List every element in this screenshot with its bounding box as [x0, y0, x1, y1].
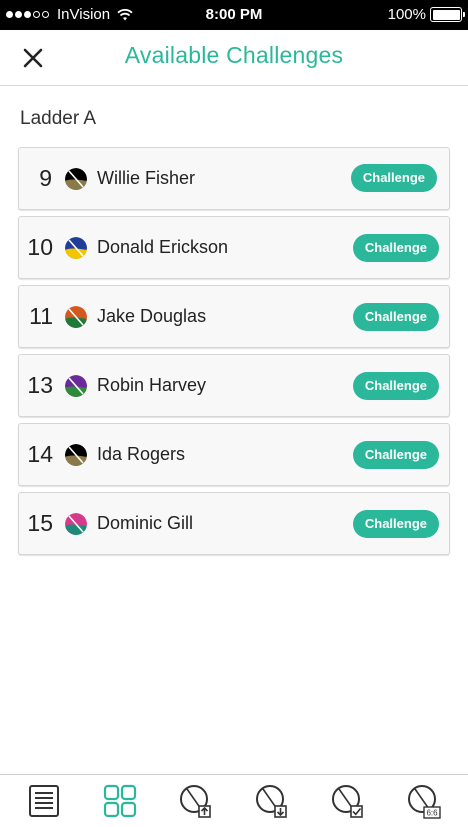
- page-title: Available Challenges: [124, 42, 344, 68]
- player-avatar-icon: [65, 306, 87, 328]
- player-name: Dominic Gill: [97, 513, 194, 533]
- player-rank: 14: [27, 441, 53, 467]
- challenge-button[interactable]: Challenge: [352, 372, 439, 400]
- ladder-row: 13 Robin Harvey Challenge: [18, 354, 450, 417]
- player-rank: 13: [27, 372, 53, 398]
- ladder-row: 11 Jake Douglas Challenge: [18, 285, 450, 348]
- ladder-row: 15 Dominic Gill Challenge: [18, 492, 450, 555]
- player-rank: 9: [39, 165, 52, 191]
- player-rank: 11: [29, 303, 53, 329]
- tab-challenge-down[interactable]: [248, 779, 296, 823]
- player-rank: 10: [27, 234, 53, 260]
- status-bar: InVision 8:00 PM 100%: [0, 0, 468, 30]
- player-rank: 15: [27, 510, 53, 536]
- tab-grid[interactable]: [96, 779, 144, 823]
- header: Available Challenges: [0, 30, 468, 86]
- score-icon[interactable]: 6:6: [406, 783, 442, 819]
- player-avatar-icon: [65, 444, 87, 466]
- challenge-check-icon[interactable]: [330, 783, 366, 819]
- player-avatar-icon: [65, 168, 87, 190]
- score-label: 6:6: [426, 809, 438, 818]
- grid-icon[interactable]: [102, 783, 138, 819]
- player-name: Donald Erickson: [97, 237, 229, 257]
- challenge-button[interactable]: Challenge: [352, 510, 439, 538]
- list-icon[interactable]: [26, 783, 62, 819]
- challenge-button[interactable]: Challenge: [350, 164, 437, 192]
- tab-challenge-check[interactable]: [324, 779, 372, 823]
- tab-score[interactable]: 6:6: [400, 779, 448, 823]
- ladder-row: 9 Willie Fisher Challenge: [18, 147, 450, 210]
- player-avatar-icon: [65, 513, 87, 535]
- battery-icon: [430, 7, 465, 22]
- challenge-up-icon[interactable]: [178, 783, 214, 819]
- status-right: 100%: [387, 6, 465, 23]
- player-name: Willie Fisher: [97, 168, 196, 188]
- player-avatar-icon: [65, 237, 87, 259]
- ladder-row: 10 Donald Erickson Challenge: [18, 216, 450, 279]
- ladder-list: 9 Willie Fisher Challenge 10 Donald Erickson…: [18, 147, 450, 561]
- tab-challenge-up[interactable]: [172, 779, 220, 823]
- challenge-button[interactable]: Challenge: [352, 234, 439, 262]
- ladder-row: 14 Ida Rogers Challenge: [18, 423, 450, 486]
- player-name: Jake Douglas: [97, 306, 207, 326]
- challenge-button[interactable]: Challenge: [352, 303, 439, 331]
- battery-percent: 100%: [387, 6, 426, 23]
- challenge-button[interactable]: Challenge: [352, 441, 439, 469]
- player-name: Robin Harvey: [97, 375, 207, 395]
- tab-list[interactable]: [20, 779, 68, 823]
- player-avatar-icon: [65, 375, 87, 397]
- player-name: Ida Rogers: [97, 444, 186, 464]
- section-title: Ladder A: [20, 108, 97, 129]
- challenge-down-icon[interactable]: [254, 783, 290, 819]
- tab-bar: 6:6: [0, 774, 468, 827]
